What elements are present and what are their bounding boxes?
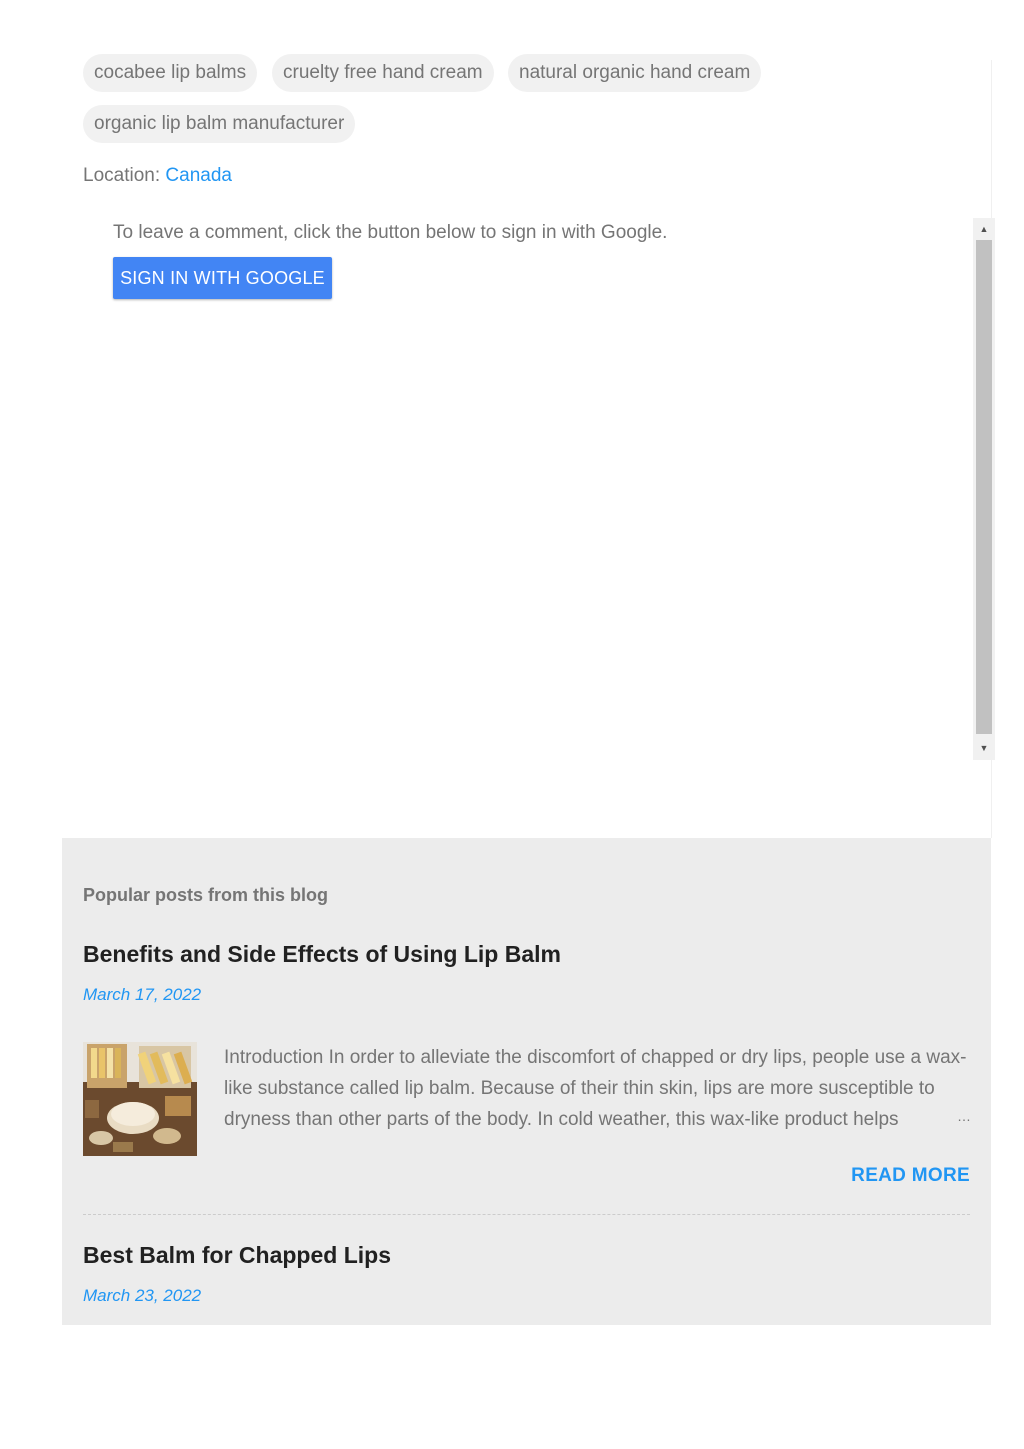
label-chip[interactable]: cocabee lip balms (83, 54, 258, 92)
comment-frame: To leave a comment, click the button bel… (113, 218, 995, 760)
location-link[interactable]: Canada (165, 165, 232, 186)
comment-scrollbar[interactable]: ▲ ▼ (973, 218, 995, 760)
sign-in-with-google-button[interactable]: SIGN IN WITH GOOGLE (113, 257, 332, 299)
comment-prompt: To leave a comment, click the button bel… (113, 222, 668, 243)
read-more-link[interactable]: READ MORE (851, 1165, 970, 1187)
more-ellipsis-icon: … (957, 1108, 971, 1124)
post-snippet: Introduction In order to alleviate the d… (224, 1047, 967, 1130)
post-date[interactable]: March 23, 2022 (83, 1286, 201, 1306)
post-title-link[interactable]: Best Balm for Chapped Lips (83, 1242, 391, 1269)
scroll-up-arrow-icon[interactable]: ▲ (973, 220, 995, 238)
post-date[interactable]: March 17, 2022 (83, 985, 201, 1005)
page: cocabee lip balms cruelty free hand crea… (0, 0, 1024, 1449)
popular-posts: Popular posts from this blog Benefits an… (62, 838, 991, 1325)
post-divider (83, 1214, 970, 1215)
scroll-thumb[interactable] (976, 240, 992, 734)
post-footer: cocabee lip balms cruelty free hand crea… (62, 54, 995, 838)
post-thumbnail-image (83, 1042, 197, 1156)
post-thumbnail[interactable] (83, 1042, 197, 1156)
label-chip[interactable]: cruelty free hand cream (272, 54, 494, 92)
post-location: Location: Canada (83, 165, 232, 187)
label-chip[interactable]: organic lip balm manufacturer (83, 105, 356, 143)
post-title-link[interactable]: Benefits and Side Effects of Using Lip B… (83, 941, 561, 968)
location-prefix: Location: (83, 165, 161, 186)
scroll-down-arrow-icon[interactable]: ▼ (973, 739, 995, 757)
popular-posts-heading: Popular posts from this blog (83, 885, 329, 905)
label-chip[interactable]: natural organic hand cream (508, 54, 762, 92)
